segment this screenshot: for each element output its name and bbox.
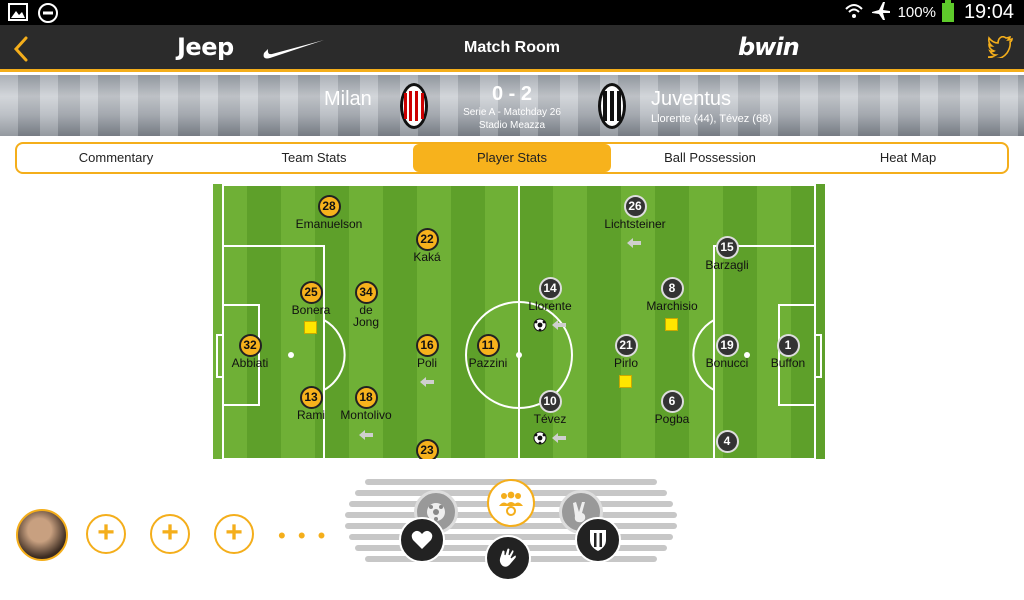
- goal-ball-icon: [533, 318, 547, 337]
- match-room-screen: 100% 19:04 Jeep Match Room bwin Milan 0 …: [0, 0, 1024, 600]
- applause-button[interactable]: [485, 535, 531, 581]
- player-number: 26: [623, 195, 647, 218]
- tab-ball-possession[interactable]: Ball Possession: [611, 144, 809, 172]
- away-team-name: Juventus: [651, 88, 732, 110]
- player-number: 32: [238, 334, 262, 357]
- battery-percent: 100%: [897, 4, 936, 21]
- venue-label: Stadio Meazza: [478, 120, 546, 131]
- add-friend-button[interactable]: +: [86, 514, 126, 554]
- player-pazzini[interactable]: 11 Pazzini: [443, 334, 533, 369]
- player-name: Llorente: [528, 299, 572, 313]
- substitution-arrow-icon: [419, 375, 435, 393]
- player-number: 13: [299, 386, 323, 409]
- player-name: Buffon: [770, 356, 806, 370]
- player-number: 21: [614, 334, 638, 357]
- player-23[interactable]: 23: [382, 439, 472, 459]
- player-number: 22: [415, 228, 439, 251]
- match-score: 0 - 2: [491, 83, 533, 105]
- more-friends-button[interactable]: • • •: [278, 523, 328, 549]
- like-button[interactable]: [399, 517, 445, 563]
- player-pirlo[interactable]: 21 Pirlo: [581, 334, 671, 369]
- twitter-icon[interactable]: [987, 35, 1014, 63]
- player-kaka[interactable]: 22 Kaká: [382, 228, 472, 263]
- player-llorente[interactable]: 14 Llorente: [505, 277, 595, 312]
- player-number: 11: [476, 334, 500, 357]
- player-number: 6: [660, 390, 684, 413]
- status-bar: 100% 19:04: [0, 0, 1024, 25]
- stats-tabs: Commentary Team Stats Player Stats Ball …: [15, 142, 1009, 174]
- bwin-logo: bwin: [738, 33, 800, 61]
- player-number: 19: [715, 334, 739, 357]
- fans-button[interactable]: [487, 479, 535, 527]
- player-4[interactable]: 4: [682, 430, 772, 453]
- player-marchisio[interactable]: 8 Marchisio: [627, 277, 717, 312]
- player-number: 18: [354, 386, 378, 409]
- player-number: 28: [317, 195, 341, 218]
- player-name: Marchisio: [646, 299, 698, 313]
- airplane-mode-icon: [870, 1, 892, 25]
- app-header: Jeep Match Room bwin: [0, 25, 1024, 72]
- substitution-arrow-icon: [551, 318, 567, 336]
- tab-commentary[interactable]: Commentary: [17, 144, 215, 172]
- player-name: Tévez: [533, 412, 567, 426]
- substitution-arrow-icon: [626, 236, 642, 254]
- goal-scorers: Llorente (44), Tévez (68): [651, 113, 772, 125]
- pitch-lineup: 28 Emanuelson 22 Kaká 25 Bonera 34 de Jo…: [213, 184, 825, 459]
- player-buffon[interactable]: 1 Buffon: [743, 334, 825, 369]
- player-montolivo[interactable]: 18 Montolivo: [321, 386, 411, 421]
- add-friend-button[interactable]: +: [214, 514, 254, 554]
- score-banner: Milan 0 - 2 Serie A - Matchday 26 Stadio…: [0, 75, 1024, 136]
- yellow-card-icon: [665, 318, 678, 331]
- player-tevez[interactable]: 10 Tévez: [505, 390, 595, 425]
- player-number: 14: [538, 277, 562, 300]
- shield-icon: [590, 530, 606, 551]
- goal-ball-icon: [533, 431, 547, 450]
- substitution-arrow-icon: [551, 431, 567, 449]
- yellow-card-icon: [304, 321, 317, 334]
- player-name: Kaká: [413, 250, 441, 264]
- team-shield-button[interactable]: [575, 517, 621, 563]
- tab-team-stats[interactable]: Team Stats: [215, 144, 413, 172]
- player-number: 4: [715, 430, 739, 453]
- player-name: de Jong: [352, 303, 380, 329]
- player-name: Lichtsteiner: [604, 217, 666, 231]
- competition-label: Serie A - Matchday 26: [463, 107, 561, 118]
- player-emanuelson[interactable]: 28 Emanuelson: [284, 195, 374, 230]
- yellow-card-icon: [619, 375, 632, 388]
- juventus-crest-icon: [597, 81, 627, 131]
- player-abbiati[interactable]: 32 Abbiati: [213, 334, 295, 369]
- player-name: Pirlo: [613, 356, 638, 370]
- player-lichtsteiner[interactable]: 26 Lichtsteiner: [590, 195, 680, 230]
- clock: 19:04: [963, 1, 1014, 23]
- tab-player-stats[interactable]: Player Stats: [413, 144, 611, 172]
- player-number: 16: [415, 334, 439, 357]
- page-title: Match Room: [464, 39, 560, 56]
- player-de-jong[interactable]: 34 de Jong: [321, 281, 411, 328]
- player-number: 23: [415, 439, 439, 459]
- player-name: Montolivo: [340, 408, 392, 422]
- player-name: Pogba: [654, 412, 690, 426]
- substitution-arrow-icon: [358, 428, 374, 446]
- player-number: 15: [715, 236, 739, 259]
- player-number: 10: [538, 390, 562, 413]
- player-name: Barzagli: [705, 258, 749, 272]
- heart-icon: [411, 530, 433, 549]
- player-pogba[interactable]: 6 Pogba: [627, 390, 717, 425]
- player-number: 1: [776, 334, 800, 357]
- tab-heat-map[interactable]: Heat Map: [809, 144, 1007, 172]
- player-name: Abbiati: [231, 356, 269, 370]
- player-number: 34: [354, 281, 378, 304]
- player-number: 8: [660, 277, 684, 300]
- battery-icon: [941, 0, 954, 26]
- player-barzagli[interactable]: 15 Barzagli: [682, 236, 772, 271]
- player-name: Emanuelson: [295, 217, 363, 231]
- clapping-hands-icon: [498, 547, 517, 568]
- player-name: Pazzini: [468, 356, 508, 370]
- add-friend-button[interactable]: +: [150, 514, 190, 554]
- wifi-icon: [844, 2, 864, 24]
- people-group-icon: [499, 491, 523, 516]
- user-avatar[interactable]: [16, 509, 68, 561]
- player-number: 25: [299, 281, 323, 304]
